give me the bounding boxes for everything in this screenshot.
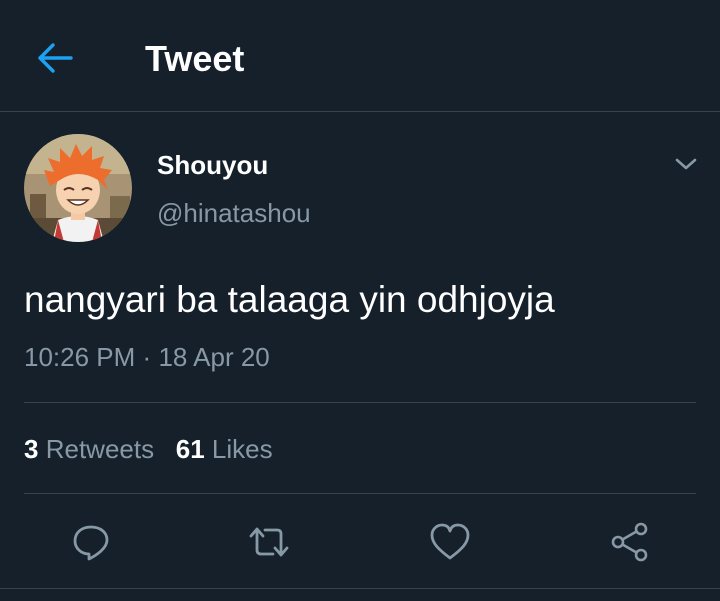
avatar-image xyxy=(24,134,132,242)
tweet-text: nangyari ba talaaga yin odhjoyja xyxy=(24,279,555,320)
tweet-timestamp: 10:26 PM · 18 Apr 20 xyxy=(24,341,270,373)
likes-stat[interactable]: 61 Likes xyxy=(176,434,273,464)
likes-label: Likes xyxy=(211,434,273,464)
back-button[interactable] xyxy=(34,38,76,78)
likes-count: 61 xyxy=(175,434,205,464)
author-display-name[interactable]: Shouyou xyxy=(157,150,268,180)
divider xyxy=(24,493,696,494)
retweet-button[interactable] xyxy=(247,520,291,564)
top-bar: Tweet xyxy=(0,0,720,112)
like-button[interactable] xyxy=(428,520,472,564)
tweet-date[interactable]: 18 Apr 20 xyxy=(158,342,269,372)
share-button[interactable] xyxy=(608,520,652,564)
page-title: Tweet xyxy=(145,38,245,79)
divider xyxy=(24,402,696,403)
retweet-icon xyxy=(249,527,289,557)
tweet-options-button[interactable] xyxy=(670,150,702,178)
reply-icon xyxy=(73,525,109,561)
retweets-count: 3 xyxy=(24,434,39,464)
retweets-label: Retweets xyxy=(45,434,155,464)
divider xyxy=(0,588,720,589)
tweet-stats: 3 Retweets 61 Likes xyxy=(24,432,273,466)
like-icon xyxy=(430,523,470,560)
reply-button[interactable] xyxy=(69,520,113,564)
arrow-left-icon xyxy=(38,43,73,73)
tweet-time[interactable]: 10:26 PM xyxy=(24,342,135,372)
tweet-detail-screen: Tweet Shouyou @hinatashou nangyari ba ta… xyxy=(0,0,720,601)
author-handle[interactable]: @hinatashou xyxy=(157,198,311,228)
chevron-down-icon xyxy=(675,158,697,170)
timestamp-separator: · xyxy=(142,342,152,372)
retweets-stat[interactable]: 3 Retweets xyxy=(24,434,154,464)
avatar[interactable] xyxy=(24,134,132,242)
share-icon xyxy=(611,522,648,562)
